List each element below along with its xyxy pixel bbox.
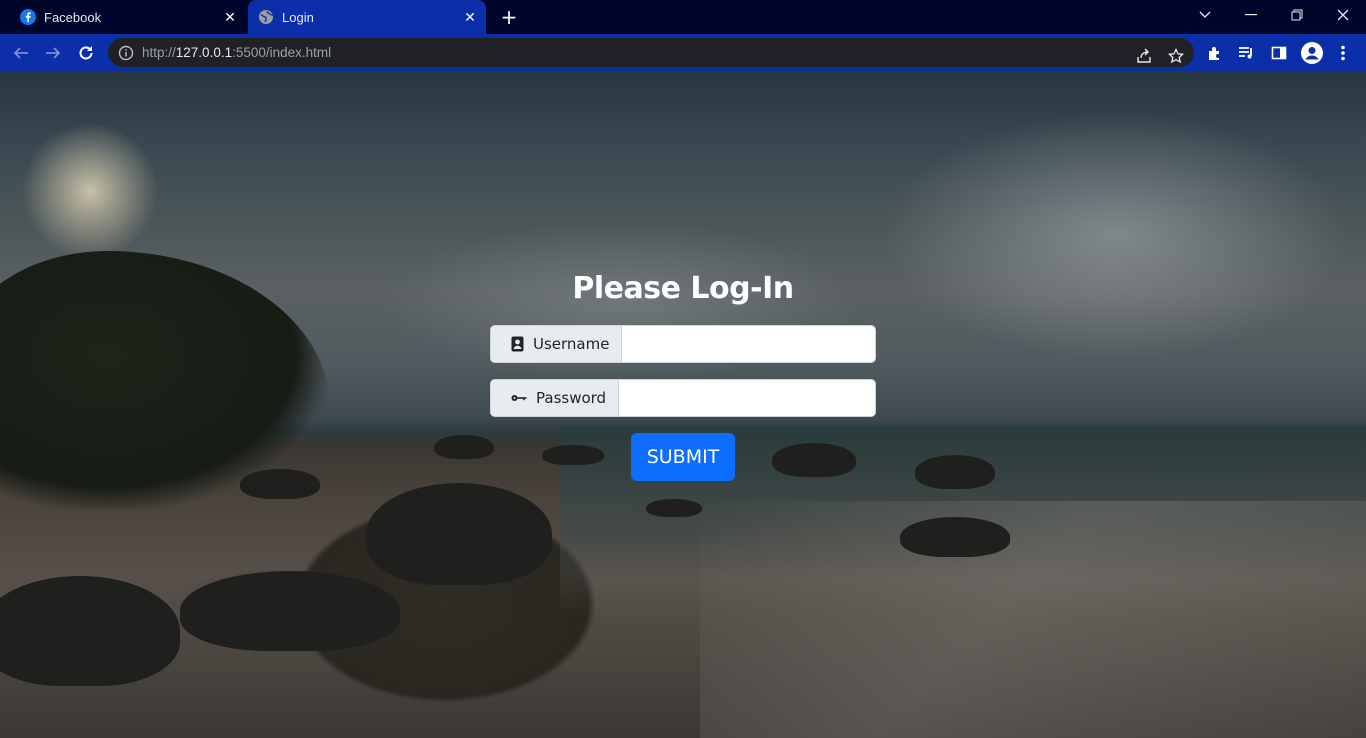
password-input-group: Password — [490, 379, 876, 417]
background-rock — [366, 483, 552, 585]
browser-toolbar: http://127.0.0.1:5500/index.html — [0, 34, 1366, 71]
background-sun — [10, 111, 170, 271]
username-field[interactable] — [622, 326, 875, 362]
background-rock — [900, 517, 1010, 557]
side-panel-icon[interactable] — [1266, 40, 1292, 66]
background-rock — [915, 455, 995, 489]
menu-kebab-icon[interactable] — [1330, 40, 1356, 66]
user-badge-icon — [511, 336, 524, 352]
close-tab-icon[interactable]: ✕ — [222, 9, 238, 25]
background-rock — [0, 576, 180, 686]
profile-avatar-icon[interactable] — [1299, 40, 1325, 66]
background-rock — [180, 571, 400, 651]
password-field[interactable] — [619, 380, 875, 416]
restore-icon[interactable] — [1274, 0, 1320, 30]
back-arrow-icon[interactable] — [8, 40, 34, 66]
username-label: Username — [533, 335, 610, 353]
background-rock — [772, 443, 856, 477]
url-host: 127.0.0.1 — [175, 45, 233, 60]
url-path: :5500/index.html — [232, 45, 332, 60]
tab-facebook[interactable]: Facebook ✕ — [10, 0, 246, 34]
url-scheme: http:// — [142, 45, 176, 60]
close-window-icon[interactable] — [1320, 0, 1366, 30]
background-surf — [700, 501, 1366, 738]
background-rock — [542, 445, 604, 465]
extensions-icon[interactable] — [1202, 40, 1228, 66]
background-cloud — [880, 111, 1350, 361]
password-addon: Password — [491, 380, 620, 416]
url-text: http://127.0.0.1:5500/index.html — [142, 45, 331, 60]
address-bar[interactable]: http://127.0.0.1:5500/index.html — [108, 38, 1194, 67]
reload-icon[interactable] — [73, 40, 99, 66]
new-tab-icon[interactable]: + — [499, 7, 519, 27]
username-input-group: Username — [490, 325, 876, 363]
media-queue-icon[interactable] — [1234, 40, 1260, 66]
site-info-icon[interactable] — [118, 45, 134, 61]
background-rock — [646, 499, 702, 517]
username-addon: Username — [491, 326, 623, 362]
page-title: Please Log-In — [572, 271, 794, 306]
tab-title: Login — [282, 9, 314, 25]
minimize-icon[interactable] — [1228, 0, 1274, 30]
facebook-icon — [20, 9, 36, 25]
tab-strip: Facebook ✕ Login ✕ + — [0, 0, 1366, 34]
tab-search-icon[interactable] — [1182, 0, 1228, 30]
bookmark-star-icon[interactable] — [1164, 44, 1188, 68]
submit-button[interactable]: SUBMIT — [631, 433, 735, 481]
background-rock — [434, 435, 494, 459]
globe-icon — [258, 9, 274, 25]
tab-title: Facebook — [44, 9, 102, 25]
background-rock — [240, 469, 320, 499]
key-icon — [511, 393, 527, 403]
password-label: Password — [536, 389, 607, 407]
share-icon[interactable] — [1132, 44, 1156, 68]
forward-arrow-icon[interactable] — [40, 40, 66, 66]
tab-login[interactable]: Login ✕ — [248, 0, 486, 34]
close-tab-icon[interactable]: ✕ — [462, 9, 478, 25]
